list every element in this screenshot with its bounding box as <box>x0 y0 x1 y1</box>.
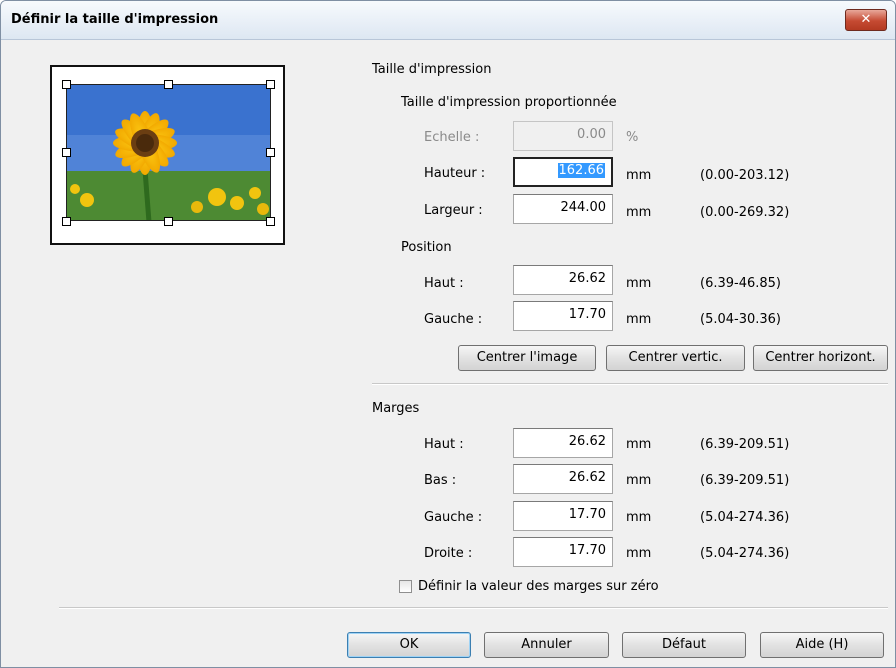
close-icon: ✕ <box>860 12 872 27</box>
scale-label: Echelle : <box>424 130 480 145</box>
margin-left-range: (5.04-274.36) <box>700 510 790 525</box>
resize-handle-bottom-left[interactable] <box>62 217 71 226</box>
margin-right-label: Droite : <box>424 546 473 561</box>
default-button[interactable]: Défaut <box>622 632 746 658</box>
zero-margins-checkbox[interactable] <box>399 580 412 593</box>
margin-top-label: Haut : <box>424 437 464 452</box>
width-unit: mm <box>626 205 652 220</box>
scale-field: 0.00 <box>513 121 613 151</box>
margin-top-value: 26.62 <box>568 434 606 449</box>
width-field[interactable]: 244.00 <box>513 194 613 224</box>
margin-top-range: (6.39-209.51) <box>700 437 790 452</box>
window-title: Définir la taille d'impression <box>11 12 219 27</box>
position-top-range: (6.39-46.85) <box>700 276 781 291</box>
margin-left-label: Gauche : <box>424 510 483 525</box>
position-top-value: 26.62 <box>568 271 606 286</box>
margin-bottom-field[interactable]: 26.62 <box>513 464 613 494</box>
position-top-unit: mm <box>626 276 652 291</box>
height-range: (0.00-203.12) <box>700 168 790 183</box>
print-size-heading: Taille d'impression <box>372 62 492 77</box>
dialog-window: Définir la taille d'impression ✕ Taille … <box>0 0 896 668</box>
height-field[interactable]: 162.66 <box>513 157 613 187</box>
position-left-unit: mm <box>626 312 652 327</box>
dialog-body: Taille d'impression Taille d'impression … <box>2 40 894 667</box>
margin-top-unit: mm <box>626 437 652 452</box>
scale-unit: % <box>626 130 639 145</box>
margin-top-field[interactable]: 26.62 <box>513 428 613 458</box>
close-button[interactable]: ✕ <box>845 9 887 31</box>
center-image-button[interactable]: Centrer l'image <box>458 345 596 371</box>
width-value: 244.00 <box>560 200 607 215</box>
margin-left-field[interactable]: 17.70 <box>513 501 613 531</box>
height-label: Hauteur : <box>424 166 486 181</box>
sunflower-photo[interactable] <box>66 84 271 221</box>
section-divider <box>372 383 888 385</box>
position-left-label: Gauche : <box>424 312 483 327</box>
margin-bottom-value: 26.62 <box>568 470 606 485</box>
position-left-field[interactable]: 17.70 <box>513 301 613 331</box>
height-value: 162.66 <box>557 163 605 178</box>
title-bar[interactable]: Définir la taille d'impression ✕ <box>1 1 895 40</box>
center-horizontal-button[interactable]: Centrer horizont. <box>753 345 888 371</box>
help-button[interactable]: Aide (H) <box>760 632 884 658</box>
center-vertical-button[interactable]: Centrer vertic. <box>606 345 745 371</box>
margin-bottom-label: Bas : <box>424 473 457 488</box>
margin-right-field[interactable]: 17.70 <box>513 537 613 567</box>
margin-bottom-unit: mm <box>626 473 652 488</box>
position-heading: Position <box>401 240 452 255</box>
margins-heading: Marges <box>372 401 420 416</box>
position-top-label: Haut : <box>424 276 464 291</box>
ok-button[interactable]: OK <box>347 632 471 658</box>
cancel-button[interactable]: Annuler <box>484 632 609 658</box>
margin-left-value: 17.70 <box>568 507 606 522</box>
margin-left-unit: mm <box>626 510 652 525</box>
resize-handle-top[interactable] <box>164 80 173 89</box>
position-left-range: (5.04-30.36) <box>700 312 781 327</box>
zero-margins-label[interactable]: Définir la valeur des marges sur zéro <box>418 579 659 594</box>
margin-right-value: 17.70 <box>568 543 606 558</box>
margin-right-unit: mm <box>626 546 652 561</box>
position-top-field[interactable]: 26.62 <box>513 265 613 295</box>
scale-value: 0.00 <box>577 127 606 142</box>
sunflower-image <box>67 85 270 220</box>
height-unit: mm <box>626 168 652 183</box>
width-label: Largeur : <box>424 203 483 218</box>
resize-handle-bottom[interactable] <box>164 217 173 226</box>
margin-right-range: (5.04-274.36) <box>700 546 790 561</box>
resize-handle-left[interactable] <box>62 148 71 157</box>
position-left-value: 17.70 <box>568 307 606 322</box>
resize-handle-right[interactable] <box>266 148 275 157</box>
width-range: (0.00-269.32) <box>700 205 790 220</box>
resize-handle-bottom-right[interactable] <box>266 217 275 226</box>
margin-bottom-range: (6.39-209.51) <box>700 473 790 488</box>
resize-handle-top-left[interactable] <box>62 80 71 89</box>
resize-handle-top-right[interactable] <box>266 80 275 89</box>
footer-divider <box>59 607 888 609</box>
print-preview <box>50 65 285 245</box>
proportional-size-heading: Taille d'impression proportionnée <box>401 95 617 110</box>
